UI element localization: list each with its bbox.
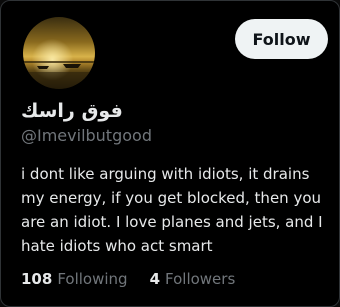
profile-stats: 108 Following 4 Followers [21, 268, 235, 290]
display-name[interactable]: فوق راسك [21, 99, 123, 123]
following-count: 108 [21, 270, 53, 288]
followers-label: Followers [165, 270, 236, 288]
followers-count: 4 [149, 270, 160, 288]
avatar[interactable] [23, 17, 95, 89]
following-label: Following [57, 270, 128, 288]
sunset-over-water-avatar [23, 17, 95, 89]
profile-handle[interactable]: @Imevilbutgood [21, 125, 152, 147]
profile-bio: i dont like arguing with idiots, it drai… [21, 165, 323, 255]
profile-hover-card: Follow فوق راسك @Imevilbutgood i dont li… [0, 0, 340, 307]
following-link[interactable]: 108 Following [21, 268, 128, 290]
followers-link[interactable]: 4 Followers [150, 268, 236, 290]
follow-button[interactable]: Follow [235, 19, 328, 59]
